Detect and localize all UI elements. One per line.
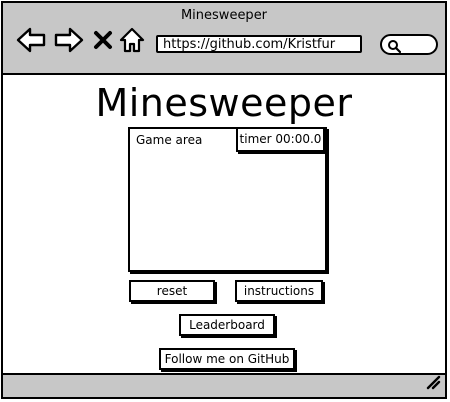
- timer-display: timer 00:00.0: [236, 127, 325, 152]
- follow-github-button[interactable]: Follow me on GitHub: [159, 348, 295, 370]
- game-area-label: Game area: [136, 133, 203, 147]
- reset-button[interactable]: reset: [129, 280, 215, 302]
- url-input[interactable]: https://github.com/Kristfur: [156, 35, 362, 53]
- leaderboard-button[interactable]: Leaderboard: [179, 314, 275, 336]
- forward-arrow-icon[interactable]: [54, 27, 84, 57]
- resize-grip-icon[interactable]: [425, 374, 441, 394]
- back-arrow-icon[interactable]: [16, 27, 46, 57]
- browser-titlebar: Minesweeper https://github.com/Kristfur: [3, 3, 445, 75]
- home-icon[interactable]: [119, 27, 145, 57]
- browser-search-field[interactable]: [380, 34, 438, 55]
- browser-statusbar: [3, 373, 445, 397]
- browser-window: Minesweeper https://github.com/Kristfur: [1, 1, 447, 399]
- window-title: Minesweeper: [180, 8, 268, 23]
- game-area[interactable]: Game area timer 00:00.0: [128, 127, 327, 272]
- search-icon: [388, 40, 401, 53]
- page-title: Minesweeper: [95, 81, 353, 125]
- instructions-button[interactable]: instructions: [235, 280, 323, 302]
- close-x-icon[interactable]: [93, 30, 113, 54]
